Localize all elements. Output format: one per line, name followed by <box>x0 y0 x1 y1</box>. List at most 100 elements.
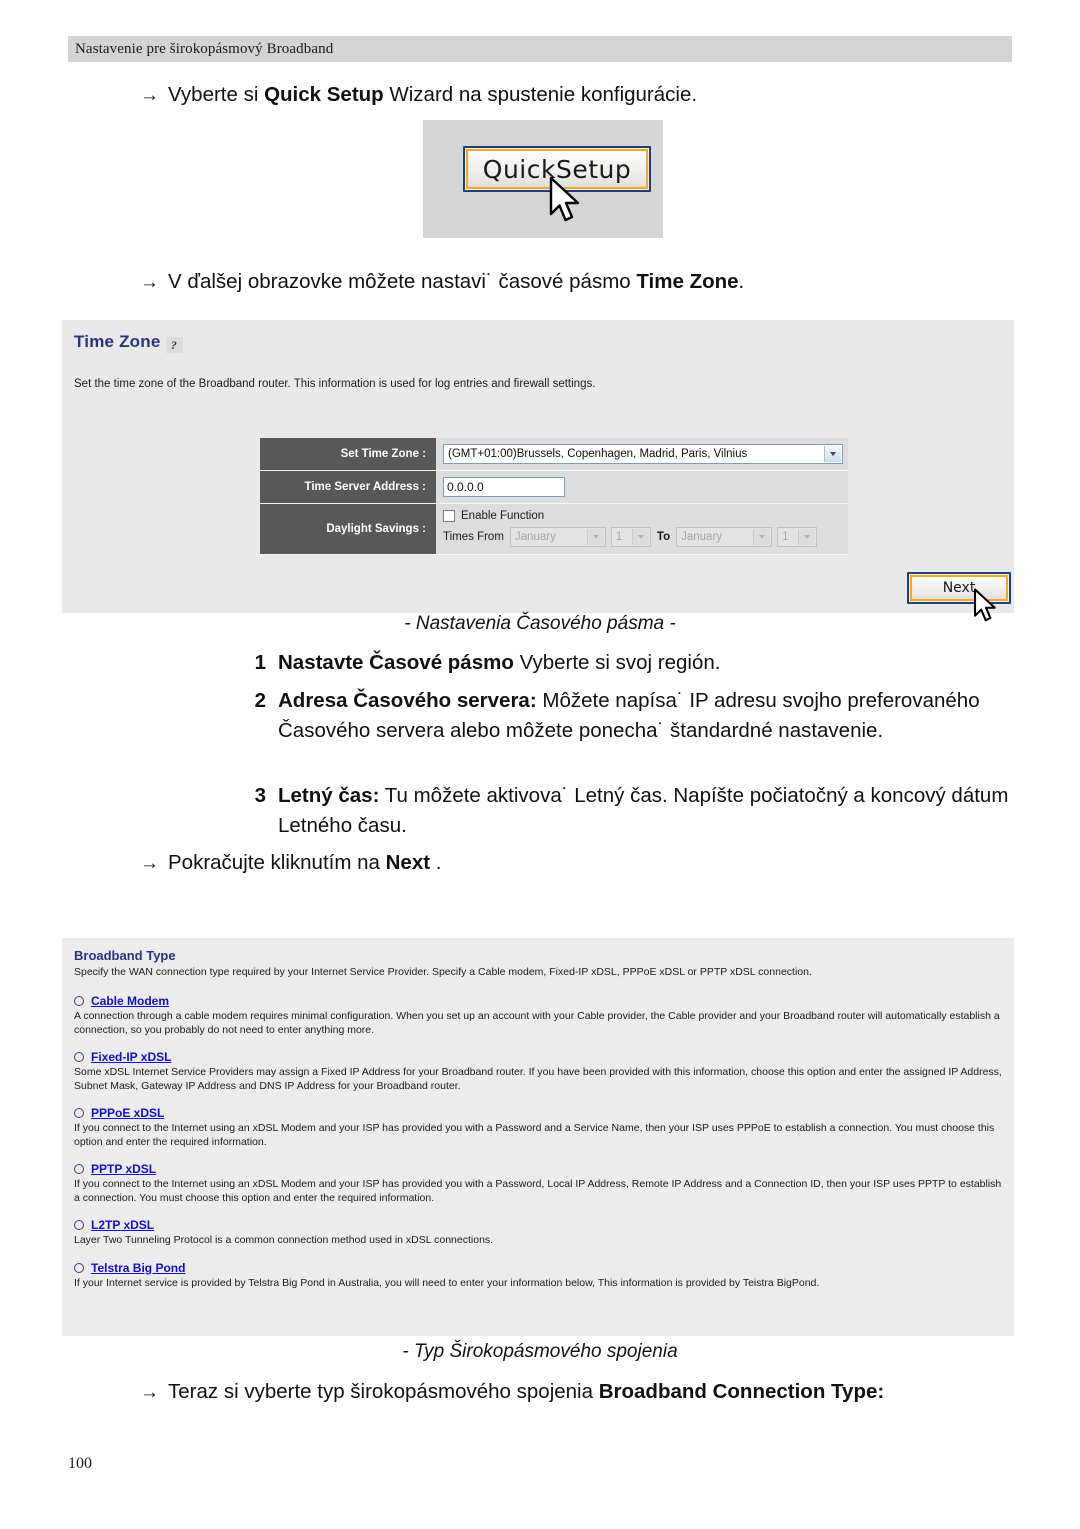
broadband-type-intro: Specify the WAN connection type required… <box>74 966 812 978</box>
dst-from-day-select[interactable]: 1 <box>610 527 651 547</box>
instruction-step-1-pre: Vyberte si <box>168 83 265 106</box>
arrow-icon: → <box>140 85 159 106</box>
dst-to-day-select[interactable]: 1 <box>777 527 818 547</box>
quicksetup-button-face: QuickSetup <box>466 149 648 189</box>
quicksetup-screenshot: QuickSetup <box>423 120 663 238</box>
broadband-option-fixed-ip-xdsl[interactable]: Fixed-IP xDSL Some xDSL Internet Service… <box>74 1050 1002 1093</box>
next-button[interactable]: Next <box>907 572 1011 604</box>
broadband-type-title: Broadband Type <box>74 948 176 963</box>
list-item-index: 2 <box>254 689 266 712</box>
broadband-option-cable-modem[interactable]: Cable Modem A connection through a cable… <box>74 994 1002 1037</box>
instruction-step-3: → Pokračujte kliknutím na Next . <box>140 848 441 879</box>
time-zone-panel-description: Set the time zone of the Broadband route… <box>74 378 596 390</box>
list-item-body: Letný čas: Tu môžete aktivova˙ Letný čas… <box>278 781 1030 841</box>
list-item-text: Vyberte si svoj región. <box>513 651 721 674</box>
page-number: 100 <box>68 1455 92 1472</box>
set-time-zone-select[interactable]: (GMT+01:00)Brussels, Copenhagen, Madrid,… <box>443 444 843 464</box>
broadband-option-pptp-xdsl[interactable]: PPTP xDSL If you connect to the Internet… <box>74 1162 1002 1205</box>
caption-broadband: - Typ Širokopásmového spojenia <box>402 1341 678 1362</box>
broadband-option-description: If you connect to the Internet using an … <box>74 1122 995 1148</box>
broadband-option-label[interactable]: L2TP xDSL <box>91 1218 154 1232</box>
instruction-step-2-pre: V ďalšej obrazovke môžete nastavi˙ časov… <box>168 270 637 293</box>
enable-function-label: Enable Function <box>461 510 545 522</box>
list-item: 2 Adresa Časového servera: Môžete napísa… <box>248 686 1030 746</box>
dst-from-month-select[interactable]: January <box>509 527 606 547</box>
instruction-step-4-pre: Teraz si vyberte typ širokopásmového spo… <box>168 1380 599 1403</box>
broadband-option-header: Fixed-IP xDSL <box>74 1050 1002 1064</box>
set-time-zone-value-cell: (GMT+01:00)Brussels, Copenhagen, Madrid,… <box>436 438 848 470</box>
broadband-option-pppoe-xdsl[interactable]: PPPoE xDSL If you connect to the Interne… <box>74 1106 1002 1149</box>
enable-function-checkbox[interactable] <box>443 510 455 522</box>
radio-icon[interactable] <box>74 1164 84 1174</box>
radio-icon[interactable] <box>74 1052 84 1062</box>
next-button-label: Next <box>942 580 976 596</box>
chevron-down-icon[interactable] <box>798 529 816 545</box>
list-item-text: Tu môžete aktivova˙ Letný čas. Napíšte p… <box>278 784 1009 837</box>
list-item: 3 Letný čas: Tu môžete aktivova˙ Letný č… <box>248 781 1030 841</box>
help-icon[interactable]: ? <box>165 337 183 353</box>
dst-to-month-value: January <box>681 531 723 543</box>
set-time-zone-label: Set Time Zone : <box>260 438 436 470</box>
time-zone-panel-title: Time Zone? <box>74 332 183 353</box>
time-server-address-label: Time Server Address : <box>260 471 436 503</box>
instruction-step-1-post: Wizard na spustenie konfigurácie. <box>383 83 698 106</box>
broadband-option-description: If you connect to the Internet using an … <box>74 1178 1002 1204</box>
time-server-address-value-cell: 0.0.0.0 <box>436 471 848 503</box>
instruction-step-3-bold: Next <box>385 851 431 874</box>
broadband-option-label[interactable]: PPPoE xDSL <box>91 1106 164 1120</box>
chevron-down-icon[interactable] <box>631 529 649 545</box>
arrow-icon: → <box>140 853 159 874</box>
broadband-option-description: A connection through a cable modem requi… <box>74 1010 1000 1036</box>
set-time-zone-selected-option: (GMT+01:00)Brussels, Copenhagen, Madrid,… <box>448 448 748 460</box>
broadband-option-header: L2TP xDSL <box>74 1218 1002 1232</box>
list-item-index: 1 <box>254 651 266 674</box>
broadband-option-label[interactable]: Fixed-IP xDSL <box>91 1050 171 1064</box>
broadband-option-label[interactable]: Telstra Big Pond <box>91 1261 185 1275</box>
list-item-bold: Nastavte Časové pásmo <box>278 651 514 674</box>
broadband-option-header: PPTP xDSL <box>74 1162 1002 1176</box>
broadband-option-header: Cable Modem <box>74 994 1002 1008</box>
broadband-option-telstra-big-pond[interactable]: Telstra Big Pond If your Internet servic… <box>74 1261 1002 1291</box>
list-item-bold: Adresa Časového servera: <box>278 689 537 712</box>
instruction-step-1-bold: Quick Setup <box>264 83 384 106</box>
radio-icon[interactable] <box>74 996 84 1006</box>
time-zone-panel: Time Zone? Set the time zone of the Broa… <box>62 320 1014 622</box>
running-header: Nastavenie pre širokopásmový Broadband <box>68 36 1012 62</box>
list-item-bold: Letný čas: <box>278 784 380 807</box>
dst-from-month-value: January <box>514 531 556 543</box>
broadband-option-l2tp-xdsl[interactable]: L2TP xDSL Layer Two Tunneling Protocol i… <box>74 1218 1002 1248</box>
list-item-index: 3 <box>254 784 266 807</box>
instruction-step-3-post: . <box>430 851 442 874</box>
broadband-option-header: Telstra Big Pond <box>74 1261 1002 1275</box>
broadband-option-description: Some xDSL Internet Service Providers may… <box>74 1066 1002 1092</box>
radio-icon[interactable] <box>74 1220 84 1230</box>
form-row-daylight-savings: Daylight Savings : Enable Function Times… <box>260 504 848 555</box>
chevron-down-icon[interactable] <box>824 446 841 462</box>
broadband-option-header: PPPoE xDSL <box>74 1106 1002 1120</box>
broadband-type-panel: Broadband Type Specify the WAN connectio… <box>62 938 1014 1336</box>
chevron-down-icon[interactable] <box>753 529 771 545</box>
broadband-option-description: Layer Two Tunneling Protocol is a common… <box>74 1234 494 1246</box>
form-row-set-time-zone: Set Time Zone : (GMT+01:00)Brussels, Cop… <box>260 438 848 471</box>
dst-to-label: To <box>656 531 671 543</box>
list-item: 1 Nastavte Časové pásmo Vyberte si svoj … <box>248 648 1030 678</box>
quicksetup-button-label: QuickSetup <box>482 154 632 184</box>
radio-icon[interactable] <box>74 1108 84 1118</box>
instruction-step-4-bold: Broadband Connection Type: <box>598 1380 885 1403</box>
instruction-step-2: → V ďalšej obrazovke môžete nastavi˙ časo… <box>140 267 744 298</box>
running-header-text: Nastavenie pre širokopásmový Broadband <box>75 40 334 57</box>
dst-to-month-select[interactable]: January <box>676 527 773 547</box>
broadband-option-label[interactable]: Cable Modem <box>91 994 169 1008</box>
time-zone-panel-title-text: Time Zone <box>74 332 161 351</box>
caption-time-zone: - Nastavenia Časového pásma - <box>404 613 676 634</box>
time-server-address-input[interactable]: 0.0.0.0 <box>443 477 565 497</box>
quicksetup-button[interactable]: QuickSetup <box>463 146 651 192</box>
instruction-step-4: → Teraz si vyberte typ širokopásmového sp… <box>140 1377 884 1408</box>
chevron-down-icon[interactable] <box>586 529 604 545</box>
instruction-step-3-pre: Pokračujte kliknutím na <box>168 851 386 874</box>
broadband-option-label[interactable]: PPTP xDSL <box>91 1162 156 1176</box>
radio-icon[interactable] <box>74 1262 84 1273</box>
instruction-step-2-post: . <box>738 270 745 293</box>
instruction-step-1: → Vyberte si Quick Setup Wizard na spuste… <box>140 80 697 111</box>
broadband-option-description: If your Internet service is provided by … <box>74 1276 820 1289</box>
